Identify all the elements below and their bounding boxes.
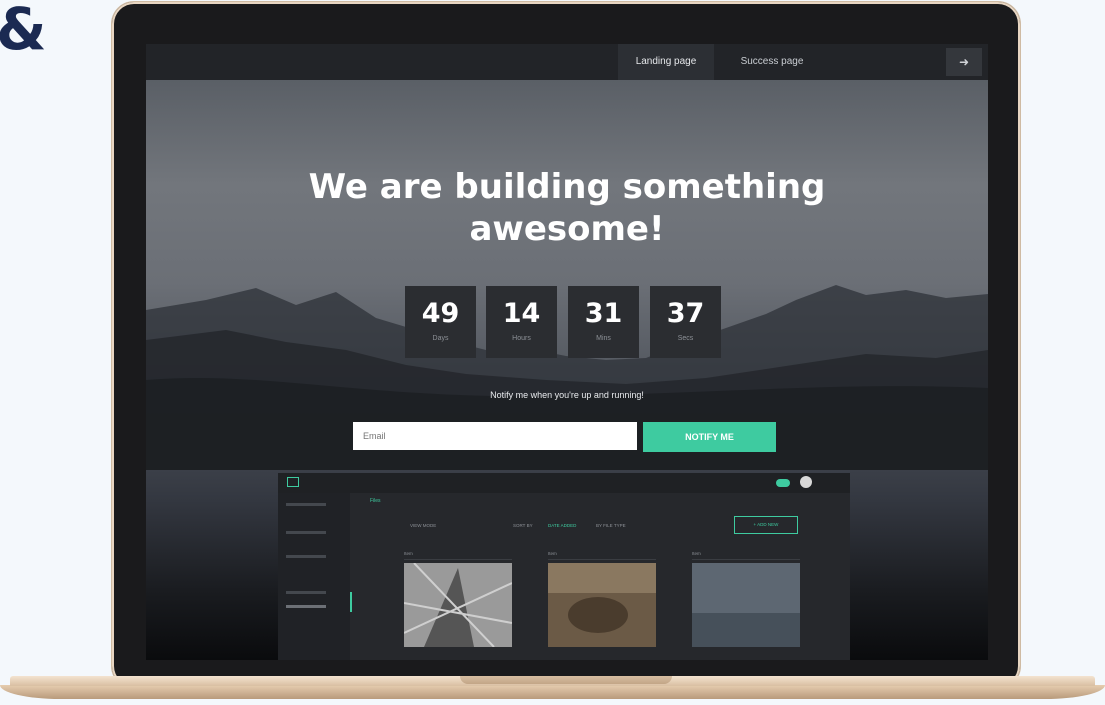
countdown-days-label: Days — [432, 335, 449, 342]
notify-text: Notify me when you're up and running! — [490, 390, 644, 400]
preview-toggle — [776, 479, 790, 487]
preview-card-image — [692, 563, 800, 647]
countdown-days: 49 Days — [405, 286, 476, 358]
preview-topbar — [278, 473, 850, 493]
sign-in-icon[interactable]: ➜ — [946, 48, 982, 76]
preview-card: Item — [548, 551, 656, 660]
preview-filter-date: DATE ADDED — [548, 523, 577, 528]
title-line-2: awesome! — [469, 209, 665, 249]
preview-card-title: Item — [404, 551, 413, 556]
countdown-hours-value: 14 — [502, 298, 541, 329]
countdown-hours: 14 Hours — [486, 286, 557, 358]
preview-card-image — [548, 563, 656, 647]
preview-card: Item — [403, 551, 513, 660]
laptop-base — [0, 676, 1105, 702]
preview-add-button: + ADD NEW — [734, 516, 798, 534]
countdown-hours-label: Hours — [512, 335, 531, 342]
preview-filter-view: VIEW MODE — [410, 523, 437, 528]
countdown-mins-value: 31 — [584, 298, 623, 329]
preview-card: Item — [692, 551, 800, 660]
countdown-mins-label: Mins — [596, 335, 611, 342]
countdown-days-value: 49 — [421, 298, 460, 329]
preview-breadcrumb: Files — [370, 498, 381, 504]
countdown-secs-label: Secs — [677, 335, 694, 342]
preview-logo-icon — [287, 477, 299, 487]
preview-sidebar-item — [286, 553, 326, 559]
hero-section: We are building something awesome! 49 Da… — [146, 80, 988, 660]
laptop-screen: Landing page Success page ➜ We are build… — [146, 44, 988, 660]
preview-sidebar-item — [286, 501, 326, 507]
app-preview: Files VIEW MODE SORT BY DATE ADDED BY FI… — [278, 473, 850, 660]
laptop-notch — [460, 676, 672, 684]
tab-success-page[interactable]: Success page — [724, 44, 820, 80]
preview-sidebar-item — [286, 529, 326, 535]
preview-filter-type: BY FILE TYPE — [596, 523, 626, 528]
preview-filter-sort: SORT BY — [513, 523, 533, 528]
title-line-1: We are building something — [308, 167, 826, 207]
preview-avatar — [800, 476, 812, 488]
preview-sidebar-item-active — [286, 603, 326, 609]
countdown-secs: 37 Secs — [650, 286, 721, 358]
countdown-mins: 31 Mins — [568, 286, 639, 358]
preview-sidebar — [278, 493, 350, 660]
top-nav: Landing page Success page ➜ — [146, 44, 988, 80]
tab-landing-page[interactable]: Landing page — [618, 44, 714, 80]
notify-me-button[interactable]: NOTIFY ME — [643, 422, 776, 452]
preview-card-title: Item — [548, 551, 557, 556]
page-title: We are building something awesome! — [146, 166, 988, 250]
email-field[interactable] — [353, 422, 637, 450]
ampersand-decoration: & — [0, 0, 47, 63]
preview-card-image — [403, 562, 513, 648]
countdown-secs-value: 37 — [666, 298, 705, 329]
preview-card-title: Item — [692, 551, 701, 556]
preview-sidebar-item — [286, 589, 326, 595]
preview-active-indicator — [350, 592, 352, 612]
